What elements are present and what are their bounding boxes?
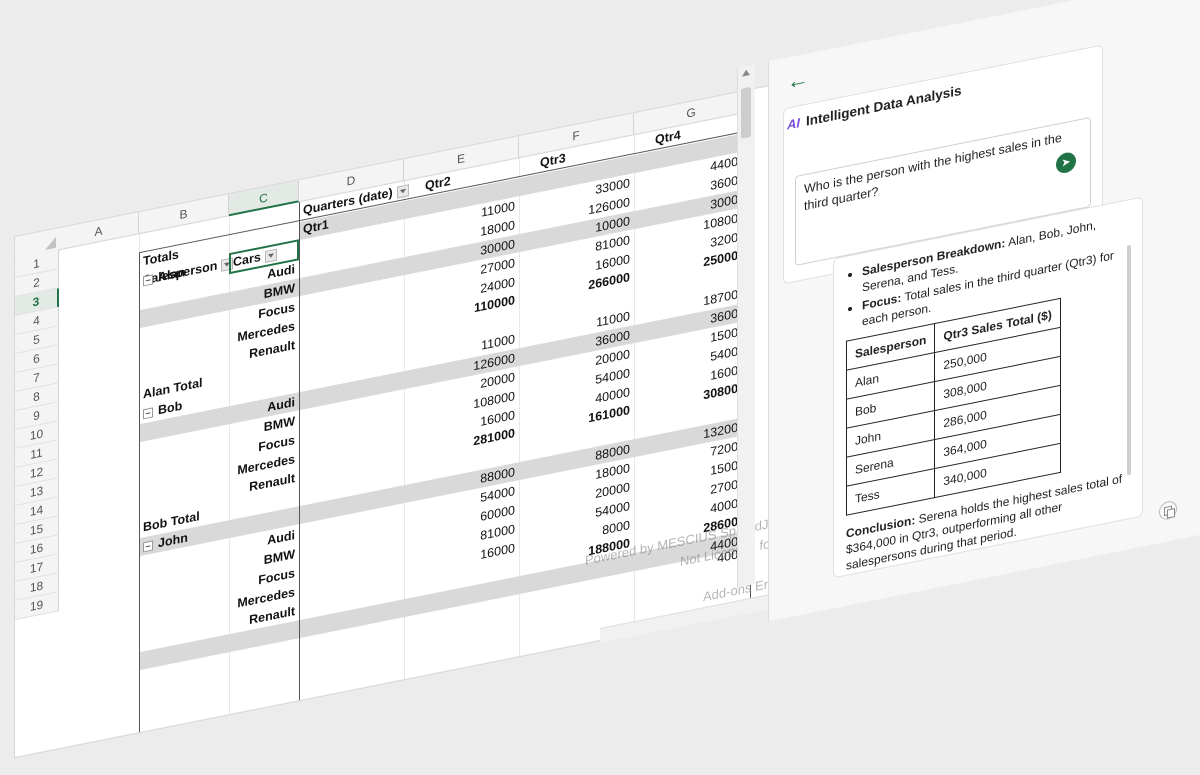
answer-scrollbar[interactable] (1127, 244, 1131, 476)
qtr3-sales-table: Salesperson Qtr3 Sales Total ($) Alan 250… (846, 298, 1061, 516)
vertical-scrollbar[interactable] (737, 64, 755, 588)
scroll-up-icon[interactable] (742, 69, 750, 77)
send-icon[interactable]: ➤ (1056, 150, 1076, 175)
app-stage: A B C D E F G 1 2 3 4 5 6 7 8 9 10 11 12 13 14 15 16 17 1… (0, 0, 1200, 757)
scroll-thumb[interactable] (741, 86, 751, 139)
column-header-b[interactable]: B (139, 194, 229, 235)
salesperson-name: John (158, 530, 188, 551)
ai-logo-icon: AI (787, 115, 800, 133)
back-arrow-icon[interactable]: ← (787, 65, 809, 94)
ai-side-panel: ← AI Intelligent Data Analysis Who is the… (768, 0, 1200, 622)
collapse-icon[interactable]: − (143, 407, 153, 420)
column-header-c[interactable]: C (229, 180, 299, 217)
collapse-icon[interactable]: − (143, 274, 153, 287)
salesperson-name: Alan (158, 264, 186, 285)
column-header-a[interactable]: A (59, 212, 139, 251)
collapse-icon[interactable]: − (143, 540, 153, 553)
copy-icon[interactable] (1159, 499, 1177, 522)
salesperson-name: Bob (158, 398, 183, 418)
answer-card: Salesperson Breakdown: Alan, Bob, John, … (833, 196, 1143, 579)
quarters-filter-dropdown-icon[interactable] (396, 183, 409, 199)
